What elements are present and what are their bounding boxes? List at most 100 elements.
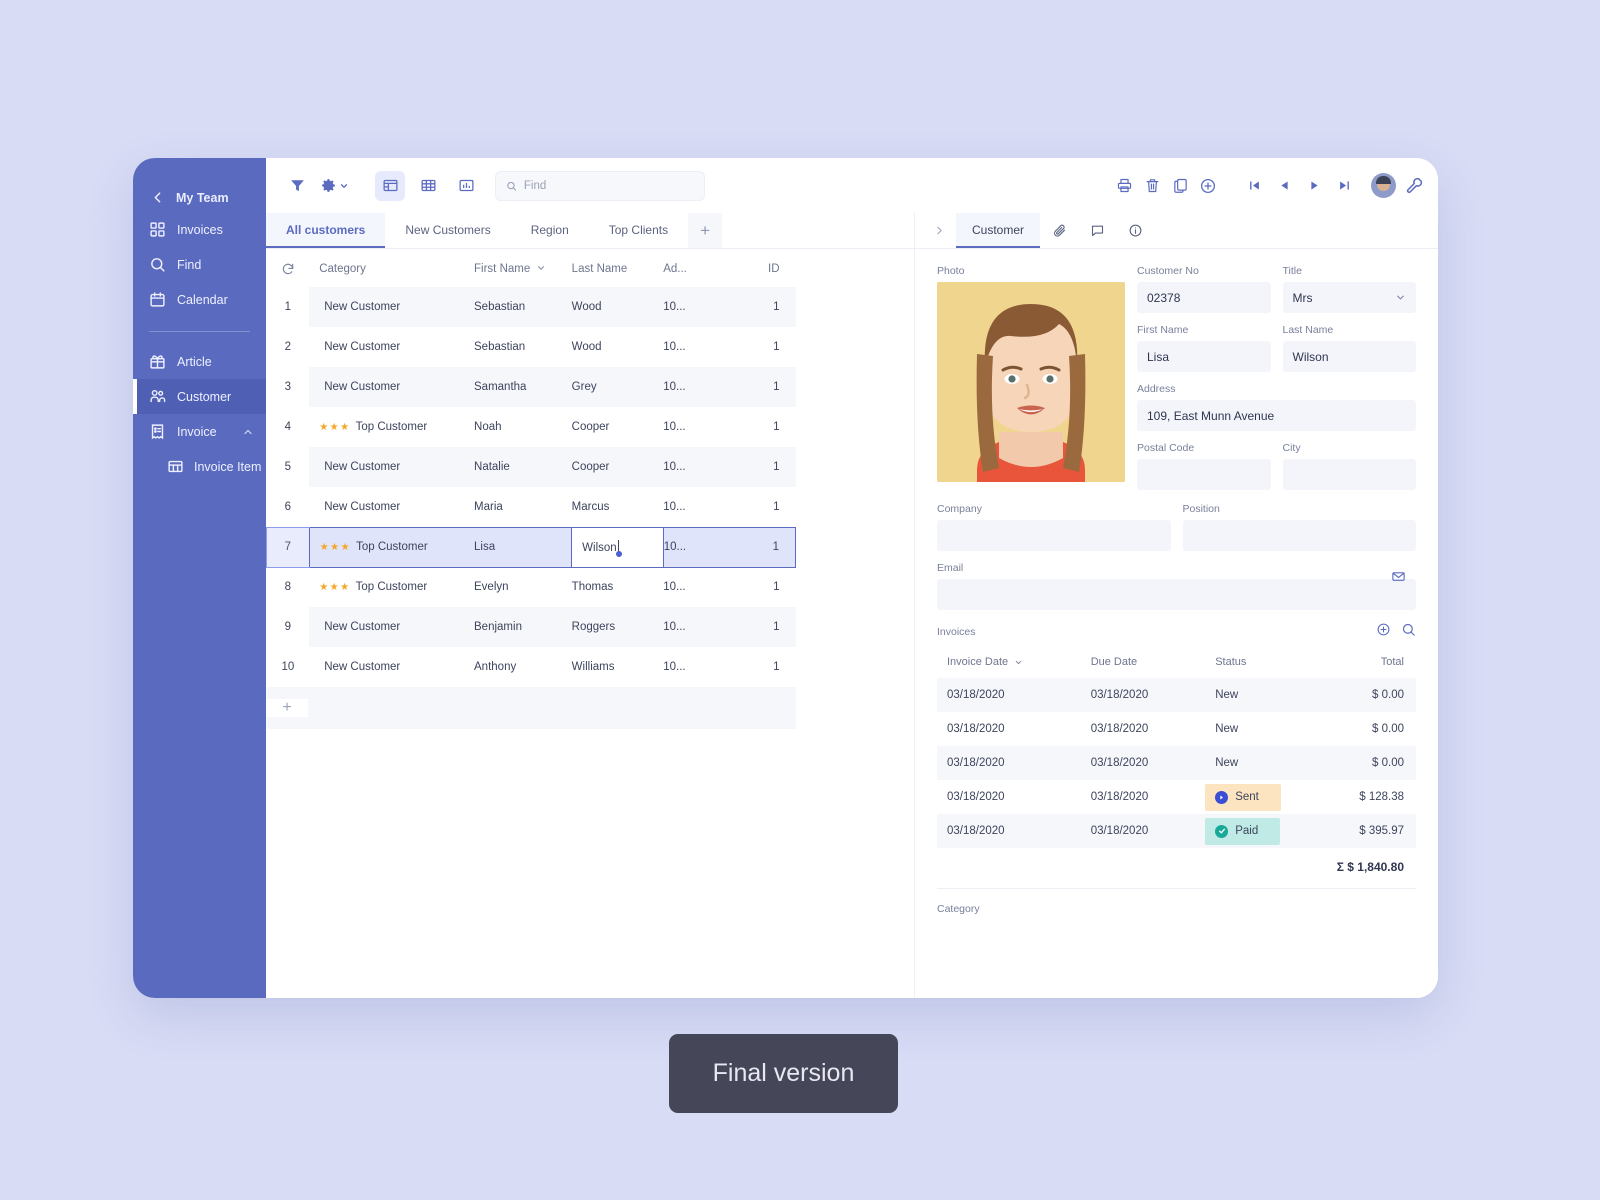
sidebar-item-calendar[interactable]: Calendar — [133, 282, 266, 317]
send-email-button[interactable] — [1391, 569, 1406, 589]
search-input[interactable] — [523, 179, 694, 192]
invoice-row[interactable]: 03/18/2020 03/18/2020 — [937, 780, 1416, 814]
sidebar-back-my-team[interactable]: My Team — [133, 183, 266, 212]
view-list-button[interactable] — [375, 170, 405, 201]
cell-first-name[interactable]: Evelyn — [474, 567, 572, 607]
company-input[interactable] — [937, 520, 1171, 551]
cell-last-name[interactable]: Marcus — [572, 487, 664, 527]
cell-address[interactable]: 10... — [663, 327, 734, 367]
nav-next-button[interactable] — [1301, 173, 1327, 199]
email-input[interactable] — [937, 579, 1416, 610]
cell-category[interactable]: ★★★ Top Customer — [309, 407, 474, 447]
table-row[interactable]: 4 ★★★ Top Customer Noah Cooper 10... 1 — [266, 407, 796, 447]
collapse-detail-button[interactable] — [923, 213, 956, 248]
cell-first-name[interactable]: Lisa — [474, 526, 572, 568]
cell-category[interactable]: New Customer — [309, 327, 474, 367]
table-row[interactable]: 1 New Customer Sebastian Wood 10... 1 — [266, 287, 796, 327]
cell-category[interactable]: New Customer — [309, 487, 474, 527]
invoice-column-due-date[interactable]: Due Date — [1081, 646, 1206, 678]
nav-prev-button[interactable] — [1271, 173, 1297, 199]
table-row-selected[interactable]: 7 ★★★ Top Customer Lisa Wilson 10... 1 — [266, 526, 797, 568]
first-name-input[interactable]: Lisa — [1137, 341, 1271, 372]
print-button[interactable] — [1111, 173, 1137, 199]
cell-category[interactable]: ★★★ Top Customer — [309, 567, 474, 607]
customer-no-input[interactable]: 02378 — [1137, 282, 1271, 313]
cell-address[interactable]: 10... — [663, 287, 735, 327]
cell-category[interactable]: New Customer — [309, 447, 475, 487]
cell-address[interactable]: 10... — [663, 367, 735, 407]
invoice-column-date[interactable]: Invoice Date — [937, 646, 1081, 678]
column-header-first-name[interactable]: First Name — [474, 249, 572, 287]
city-input[interactable] — [1282, 459, 1416, 490]
cell-id[interactable]: 1 — [734, 607, 796, 647]
sidebar-subitem-invoice-item[interactable]: Invoice Item — [133, 449, 266, 484]
refresh-column-header[interactable] — [267, 249, 310, 287]
cell-last-name[interactable]: Wood — [572, 327, 664, 367]
column-header-category[interactable]: Category — [309, 249, 474, 287]
cell-first-name[interactable]: Noah — [474, 407, 572, 447]
cell-category[interactable]: New Customer — [309, 287, 475, 327]
column-header-last-name[interactable]: Last Name — [572, 249, 664, 287]
delete-button[interactable] — [1139, 173, 1165, 199]
table-row[interactable]: 9 New Customer Benjamin Roggers 10... 1 — [266, 607, 796, 647]
add-row-plus-icon[interactable]: + — [266, 699, 308, 717]
cell-category[interactable]: New Customer — [309, 647, 474, 687]
filter-button[interactable] — [282, 171, 312, 201]
cell-id[interactable]: 1 — [734, 567, 795, 607]
tab-customer-detail[interactable]: Customer — [956, 213, 1041, 248]
cell-first-name[interactable]: Samantha — [474, 367, 572, 407]
table-row[interactable]: 3 New Customer Samantha Grey 10... 1 — [266, 367, 796, 407]
cell-first-name[interactable]: Natalie — [474, 447, 572, 487]
cell-id[interactable]: 1 — [734, 447, 796, 487]
cell-address[interactable]: 10... — [663, 647, 734, 687]
cell-address[interactable]: 10... — [663, 487, 734, 527]
sidebar-item-find[interactable]: Find — [133, 247, 266, 282]
cell-address[interactable]: 10... — [663, 526, 735, 568]
cell-id[interactable]: 1 — [734, 327, 795, 367]
cell-id[interactable]: 1 — [734, 487, 795, 527]
cell-last-name[interactable]: Thomas — [572, 567, 664, 607]
table-row[interactable]: 10 New Customer Anthony Williams 10... 1 — [266, 647, 796, 687]
view-table-button[interactable] — [413, 171, 443, 201]
invoice-row[interactable]: 03/18/2020 03/18/2020 New $ 0.00 — [937, 712, 1416, 746]
sidebar-item-customer[interactable]: Customer — [133, 379, 266, 414]
cell-last-name[interactable]: Wood — [571, 287, 664, 327]
position-input[interactable] — [1182, 520, 1416, 551]
tab-new-customers[interactable]: New Customers — [385, 213, 510, 248]
settings-wrench-button[interactable] — [1406, 177, 1424, 195]
duplicate-button[interactable] — [1167, 173, 1193, 199]
last-name-input[interactable]: Wilson — [1282, 341, 1416, 372]
tab-top-clients[interactable]: Top Clients — [589, 213, 688, 248]
cell-first-name[interactable]: Sebastian — [474, 327, 572, 367]
cell-category[interactable]: New Customer — [309, 367, 475, 407]
column-header-address[interactable]: Ad... — [663, 249, 734, 287]
add-invoice-button[interactable] — [1376, 622, 1391, 642]
cell-id[interactable]: 1 — [734, 526, 797, 568]
search-box[interactable] — [495, 170, 705, 201]
address-input[interactable]: 109, East Munn Avenue — [1137, 400, 1416, 431]
cell-id[interactable]: 1 — [734, 367, 796, 407]
table-row[interactable]: 8 ★★★ Top Customer Evelyn Thomas 10... 1 — [266, 567, 796, 607]
fill-handle[interactable] — [615, 551, 622, 557]
tab-info[interactable] — [1116, 213, 1154, 248]
cell-address[interactable]: 10... — [663, 447, 735, 487]
invoice-column-status[interactable]: Status — [1205, 646, 1330, 678]
cell-id[interactable]: 1 — [734, 647, 795, 687]
nav-first-button[interactable] — [1241, 173, 1267, 199]
cell-id[interactable]: 1 — [734, 407, 795, 447]
cell-last-name-editing[interactable]: Wilson — [571, 526, 664, 568]
add-record-button[interactable] — [1195, 173, 1221, 199]
cell-first-name[interactable]: Benjamin — [474, 607, 572, 647]
sidebar-item-invoice[interactable]: Invoice — [133, 414, 266, 449]
table-row[interactable]: 6 New Customer Maria Marcus 10... 1 — [266, 487, 796, 527]
sidebar-item-invoices[interactable]: Invoices — [133, 212, 266, 247]
view-chart-button[interactable] — [451, 171, 481, 201]
postal-code-input[interactable] — [1137, 459, 1271, 490]
cell-first-name[interactable]: Maria — [474, 487, 572, 527]
cell-last-name[interactable]: Cooper — [572, 407, 664, 447]
final-version-button[interactable]: Final version — [669, 1034, 898, 1113]
cell-address[interactable]: 10... — [663, 567, 734, 607]
invoice-row[interactable]: 03/18/2020 03/18/2020 New $ 0.00 — [937, 678, 1416, 712]
cell-last-name[interactable]: Grey — [571, 367, 664, 407]
cell-address[interactable]: 10... — [663, 607, 735, 647]
